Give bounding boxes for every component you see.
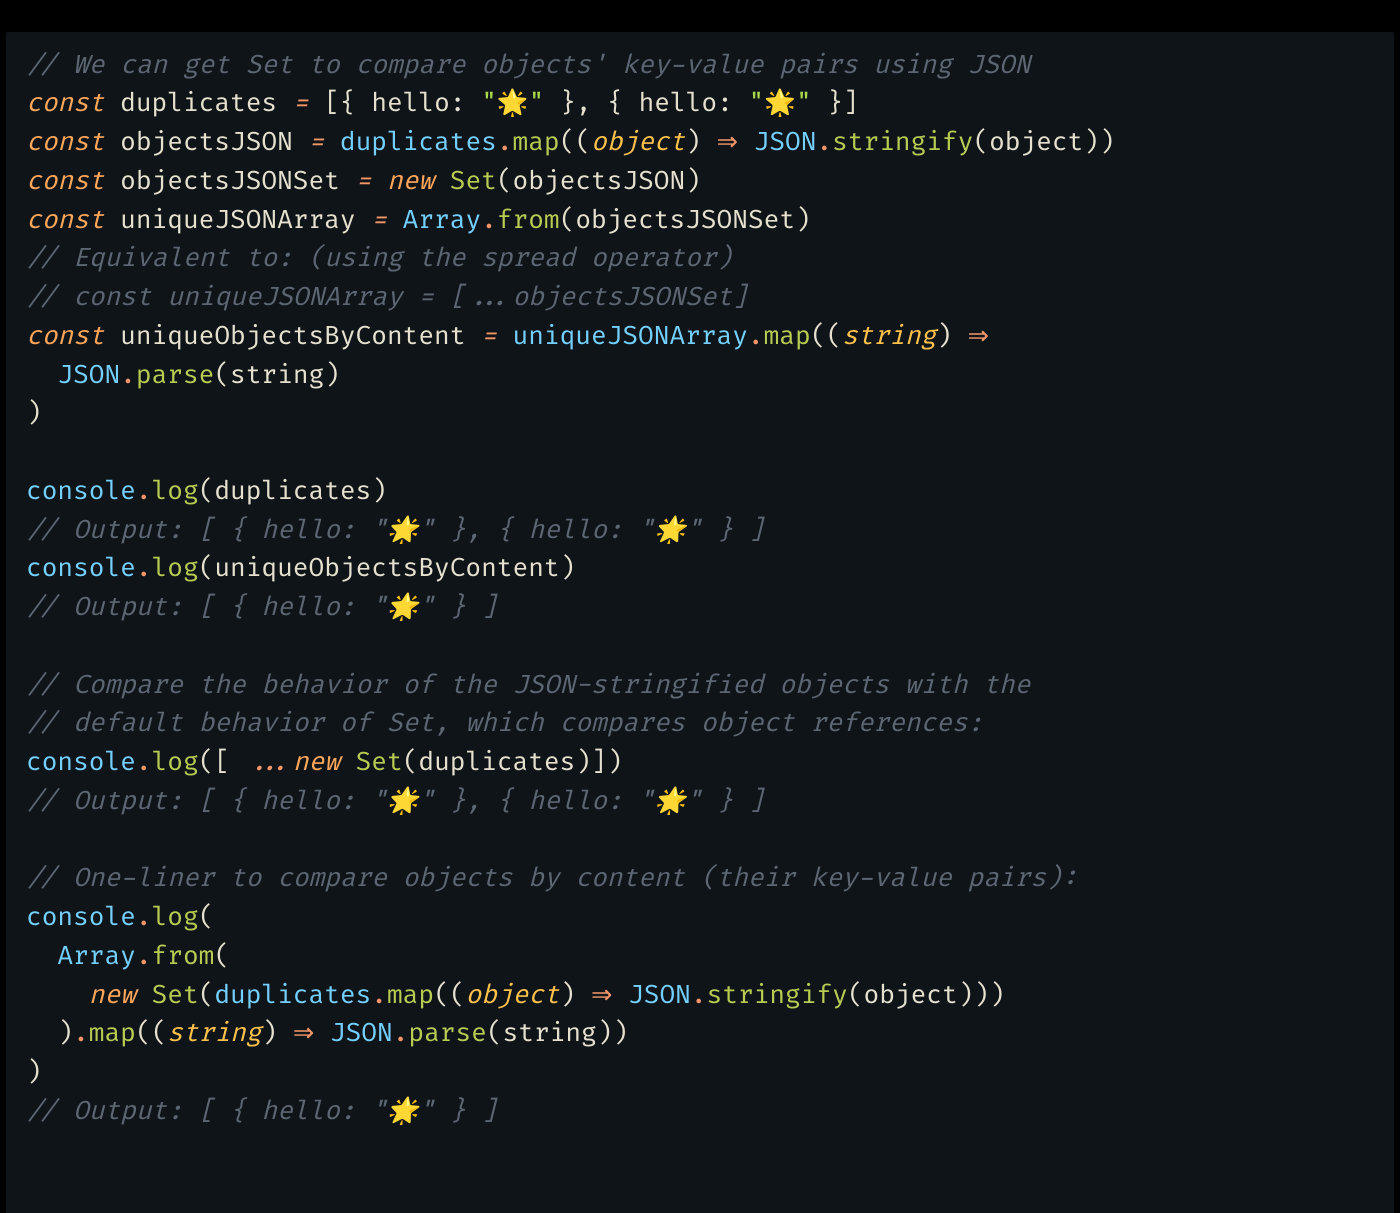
comment-line: // We can get Set to compare objects' ke… xyxy=(26,49,1030,81)
code-snippet: // We can get Set to compare objects' ke… xyxy=(0,26,1400,1213)
keyword-const: const xyxy=(26,87,104,119)
